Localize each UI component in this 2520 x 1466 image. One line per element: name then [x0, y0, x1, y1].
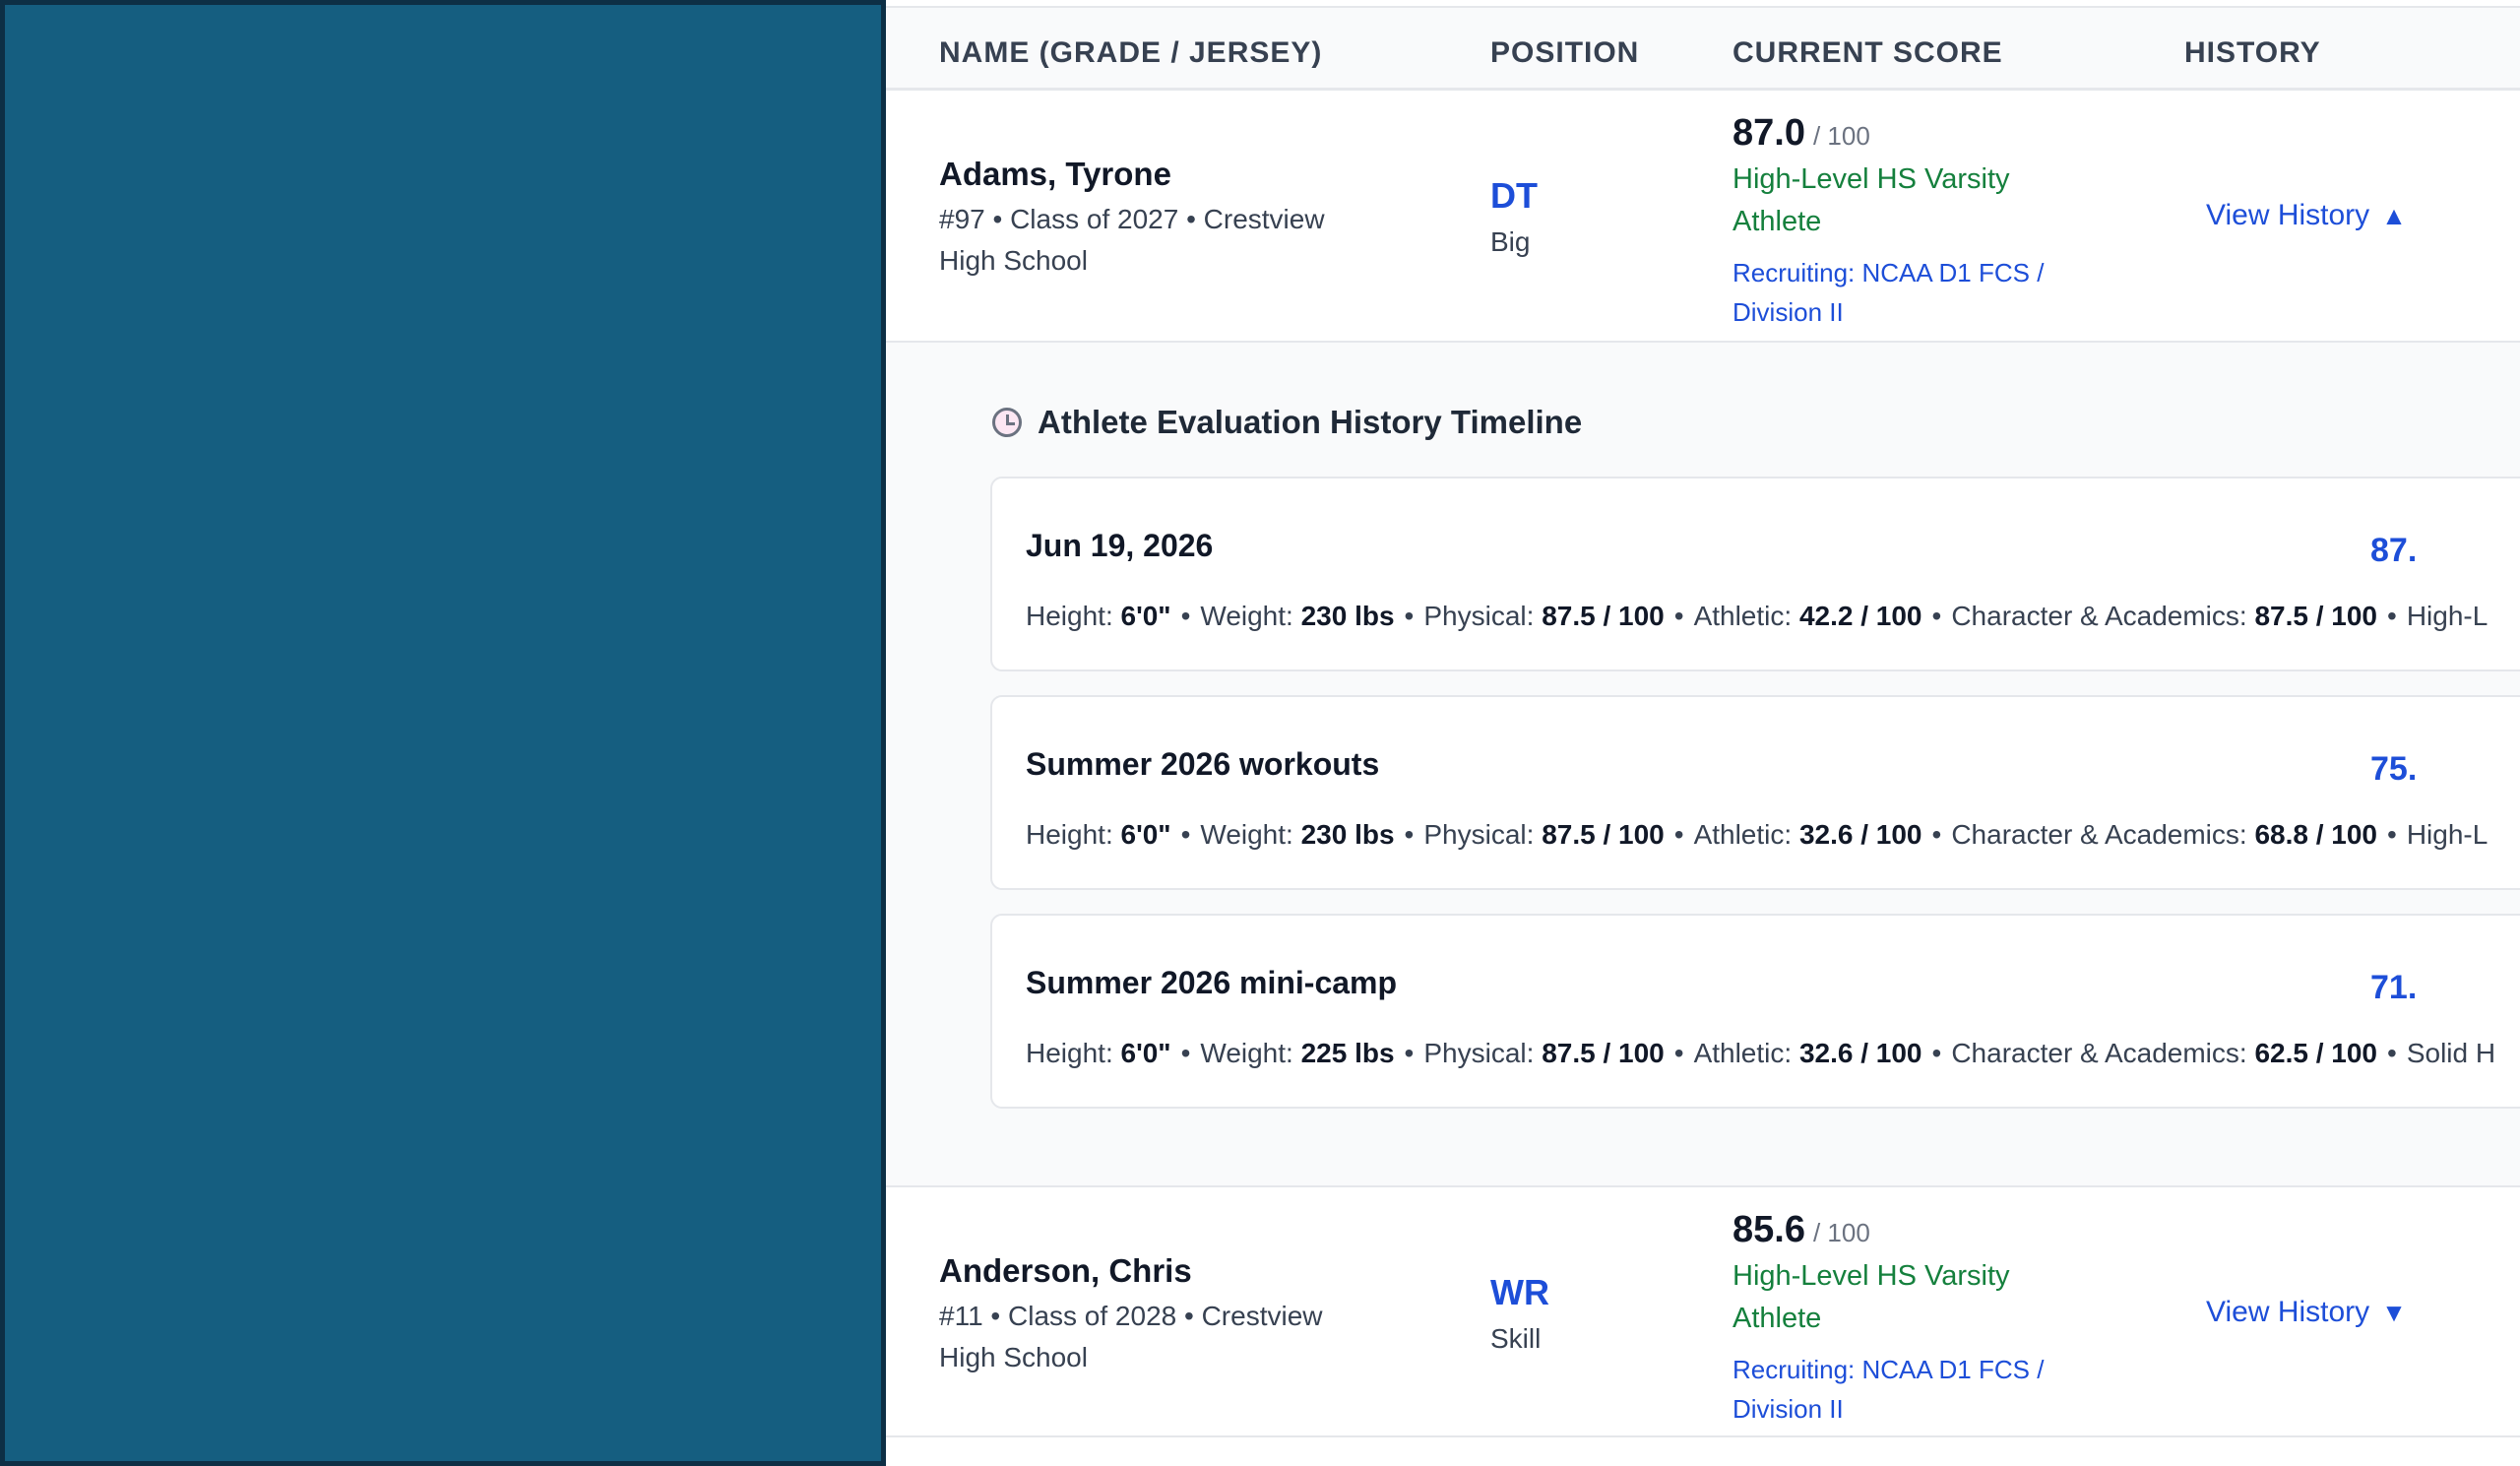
entry-date: Jun 19, 2026	[1026, 528, 1214, 563]
character-value: 87.5 / 100	[2254, 601, 2378, 631]
timeline-header: Athlete Evaluation History Timeline	[992, 404, 1582, 441]
height-value: 6'0"	[1120, 819, 1171, 850]
entry-date: Summer 2026 mini-camp	[1026, 965, 1398, 1000]
score-max: / 100	[1812, 121, 1870, 151]
entry-details: Height: 6'0" • Weight: 225 lbs • Physical: 8…	[1026, 1038, 2496, 1068]
height-label: Height:	[1026, 819, 1113, 850]
physical-label: Physical:	[1423, 819, 1535, 850]
position-cell: WR Skill	[1490, 1272, 1549, 1355]
column-header-position[interactable]: POSITION	[1490, 36, 1639, 70]
weight-value: 230 lbs	[1300, 601, 1395, 631]
view-history-label[interactable]: View History	[2206, 199, 2369, 231]
position-group: Big	[1490, 226, 1531, 257]
timeline-title: Athlete Evaluation History Timeline	[1038, 404, 1583, 440]
height-value: 6'0"	[1120, 601, 1171, 631]
weight-value: 230 lbs	[1300, 819, 1395, 850]
recruiting-line: Recruiting: NCAA D1 FCS /	[1732, 1355, 2045, 1384]
position-cell: DT Big	[1490, 175, 1538, 258]
table-row: Adams, Tyrone #97 • Class of 2027 • Cres…	[886, 91, 2520, 343]
athletic-value: 32.6 / 100	[1798, 819, 1922, 850]
player-name-cell: Anderson, Chris #11 • Class of 2028 • Cr…	[939, 1252, 1372, 1378]
timeline-entry: Summer 2026 mini-camp 71. Height: 6'0" • W…	[990, 914, 2520, 1109]
player-meta: #97 • Class of 2027 • Crestview High Sch…	[939, 199, 1372, 282]
level-value: High-L	[2406, 819, 2488, 850]
athletic-label: Athletic:	[1693, 1038, 1793, 1068]
score-level: High-Level HS Varsity Athlete	[1732, 1255, 2067, 1340]
recruiting-line: Division II	[1732, 297, 1844, 327]
physical-value: 87.5 / 100	[1542, 601, 1665, 631]
player-name[interactable]: Anderson, Chris	[939, 1252, 1372, 1290]
clock-icon	[992, 408, 1022, 437]
player-meta-line: High School	[939, 1342, 1088, 1372]
chevron-down-icon[interactable]: ▼	[2381, 1298, 2407, 1327]
player-meta-line: High School	[939, 245, 1088, 276]
player-name-cell: Adams, Tyrone #97 • Class of 2027 • Cres…	[939, 156, 1372, 282]
character-label: Character & Academics:	[1951, 601, 2247, 631]
entry-details: Height: 6'0" • Weight: 230 lbs • Physical: 8…	[1026, 819, 2488, 850]
recruiting-line: Division II	[1732, 1394, 1844, 1424]
player-meta: #11 • Class of 2028 • Crestview High Sch…	[939, 1296, 1372, 1378]
recruiting-level: Recruiting: NCAA D1 FCS / Division II	[1732, 1350, 2067, 1429]
timeline-entry: Summer 2026 workouts 75. Height: 6'0" • We…	[990, 695, 2520, 890]
score-level-line: Athlete	[1732, 206, 1822, 237]
column-header-name[interactable]: NAME (GRADE / JERSEY)	[939, 36, 1322, 70]
entry-details: Height: 6'0" • Weight: 230 lbs • Physical: 8…	[1026, 601, 2488, 631]
player-meta-line: #97 • Class of 2027 • Crestview	[939, 204, 1325, 234]
player-meta-line: #11 • Class of 2028 • Crestview	[939, 1301, 1323, 1331]
weight-label: Weight:	[1200, 601, 1293, 631]
weight-value: 225 lbs	[1300, 1038, 1395, 1068]
physical-label: Physical:	[1423, 1038, 1535, 1068]
score-level-line: High-Level HS Varsity	[1732, 163, 2010, 195]
recruiting-line: Recruiting: NCAA D1 FCS /	[1732, 258, 2045, 287]
height-label: Height:	[1026, 601, 1113, 631]
score-cell: 85.6/ 100 High-Level HS Varsity Athlete …	[1732, 1209, 2067, 1429]
roster-table: NAME (GRADE / JERSEY) POSITION CURRENT S…	[886, 0, 2520, 1466]
column-header-history: HISTORY	[2184, 36, 2321, 69]
athletic-label: Athletic:	[1693, 601, 1793, 631]
character-value: 68.8 / 100	[2254, 819, 2378, 850]
weight-label: Weight:	[1200, 1038, 1293, 1068]
character-label: Character & Academics:	[1951, 1038, 2247, 1068]
entry-score: 75.	[2370, 750, 2418, 788]
current-score: 87.0	[1732, 112, 1805, 154]
level-value: High-L	[2406, 601, 2488, 631]
recruiting-level: Recruiting: NCAA D1 FCS / Division II	[1732, 253, 2067, 332]
physical-label: Physical:	[1423, 601, 1535, 631]
score-max: / 100	[1812, 1218, 1870, 1247]
physical-value: 87.5 / 100	[1542, 819, 1665, 850]
weight-label: Weight:	[1200, 819, 1293, 850]
chevron-up-icon[interactable]: ▲	[2381, 201, 2407, 230]
entry-score: 71.	[2370, 969, 2418, 1006]
history-panel: Athlete Evaluation History Timeline Jun …	[886, 343, 2520, 1185]
view-history-label[interactable]: View History	[2206, 1296, 2369, 1328]
score-level: High-Level HS Varsity Athlete	[1732, 159, 2067, 243]
height-value: 6'0"	[1120, 1038, 1171, 1068]
athletic-value: 42.2 / 100	[1798, 601, 1922, 631]
table-row: Anderson, Chris #11 • Class of 2028 • Cr…	[886, 1185, 2520, 1437]
view-history-toggle[interactable]: View History ▼	[2206, 1296, 2407, 1329]
physical-value: 87.5 / 100	[1542, 1038, 1665, 1068]
height-label: Height:	[1026, 1038, 1113, 1068]
character-value: 62.5 / 100	[2254, 1038, 2378, 1068]
column-header-score[interactable]: CURRENT SCORE	[1732, 36, 2003, 70]
score-level-line: High-Level HS Varsity	[1732, 1260, 2010, 1292]
score-cell: 87.0/ 100 High-Level HS Varsity Athlete …	[1732, 112, 2067, 332]
entry-date: Summer 2026 workouts	[1026, 746, 1380, 782]
current-score: 85.6	[1732, 1209, 1805, 1250]
position-group: Skill	[1490, 1323, 1542, 1354]
score-level-line: Athlete	[1732, 1303, 1822, 1334]
view-history-toggle[interactable]: View History ▲	[2206, 199, 2407, 232]
position-code: DT	[1490, 175, 1538, 216]
player-name[interactable]: Adams, Tyrone	[939, 156, 1372, 193]
timeline-entry: Jun 19, 2026 87. Height: 6'0" • Weight: 23…	[990, 477, 2520, 671]
athletic-value: 32.6 / 100	[1798, 1038, 1922, 1068]
left-sidebar-panel	[0, 0, 886, 1466]
character-label: Character & Academics:	[1951, 819, 2247, 850]
table-header: NAME (GRADE / JERSEY) POSITION CURRENT S…	[886, 6, 2520, 91]
level-value: Solid H	[2406, 1038, 2496, 1068]
entry-score: 87.	[2370, 532, 2418, 569]
athletic-label: Athletic:	[1693, 819, 1793, 850]
position-code: WR	[1490, 1272, 1549, 1312]
